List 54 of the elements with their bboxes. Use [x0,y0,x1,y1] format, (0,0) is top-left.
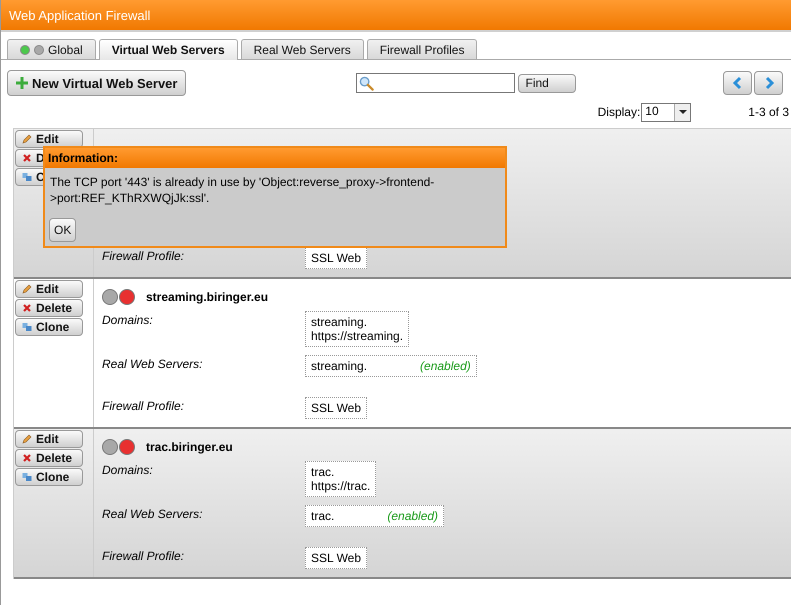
cross-icon [22,453,32,463]
enabled-status: (enabled) [387,509,438,523]
window-title: Web Application Firewall [9,8,150,22]
pencil-icon [22,284,32,294]
field-label: Real Web Servers: [102,356,204,373]
edit-button[interactable]: Edit [15,430,83,448]
previous-page-button[interactable] [723,71,752,95]
copy-icon [22,172,32,182]
value-text: trac. [311,465,334,479]
tab[interactable]: Real Web Servers [240,39,364,59]
search-field[interactable] [356,73,516,93]
cross-icon [22,303,32,313]
field-label: Real Web Servers: [102,506,204,523]
value-text: SSL Web [311,551,362,565]
server-name: streaming.biringer.eu [146,290,268,304]
delete-button[interactable]: Delete [15,449,83,467]
clone-button[interactable]: Clone [15,318,83,336]
new-server-button[interactable]: New Virtual Web Server [7,70,186,96]
server-name: trac.biringer.eu [146,440,233,454]
clone-button[interactable]: Clone [15,468,83,486]
next-page-button[interactable] [754,71,783,95]
page-range: 1-3 of 3 [748,105,789,119]
field-label: Firewall Profile: [102,248,186,265]
value-text: streaming. [311,359,368,373]
edit-button[interactable]: Edit [15,280,83,298]
value-text: https://streaming. [311,329,404,343]
value-text: SSL Web [311,401,362,415]
dialog-message: The TCP port '443' is already in use by 'Object:reverse_proxy->frontend->port:REF_KThRXWQjJk:ssl'. [50,174,436,206]
copy-icon [22,322,32,332]
field-label: Domains: [102,462,154,479]
display-label: Display: [598,105,640,119]
tab[interactable]: Global [7,39,96,59]
cross-icon [22,153,32,163]
search-icon [359,76,374,90]
caret-icon [678,110,687,114]
enabled-status: (enabled) [420,359,471,373]
value-text: trac. [311,509,334,523]
pencil-icon [22,434,32,444]
delete-button[interactable]: Delete [15,299,83,317]
copy-icon [22,472,32,482]
edit-button[interactable]: Edit [15,130,83,148]
value-text: https://trac. [311,479,370,493]
field-label: Domains: [102,312,154,329]
plus-icon [16,77,28,89]
tab[interactable]: Virtual Web Servers [98,39,238,60]
value-text: SSL Web [311,251,362,265]
field-label: Firewall Profile: [102,398,186,415]
find-button[interactable]: Find [518,74,576,92]
tab[interactable]: Firewall Profiles [366,39,478,59]
field-label: Firewall Profile: [102,548,186,565]
ok-button[interactable]: OK [49,218,76,242]
display-dropdown[interactable]: 10 [641,102,692,122]
value-text: streaming. [311,315,368,329]
pencil-icon [22,134,32,144]
